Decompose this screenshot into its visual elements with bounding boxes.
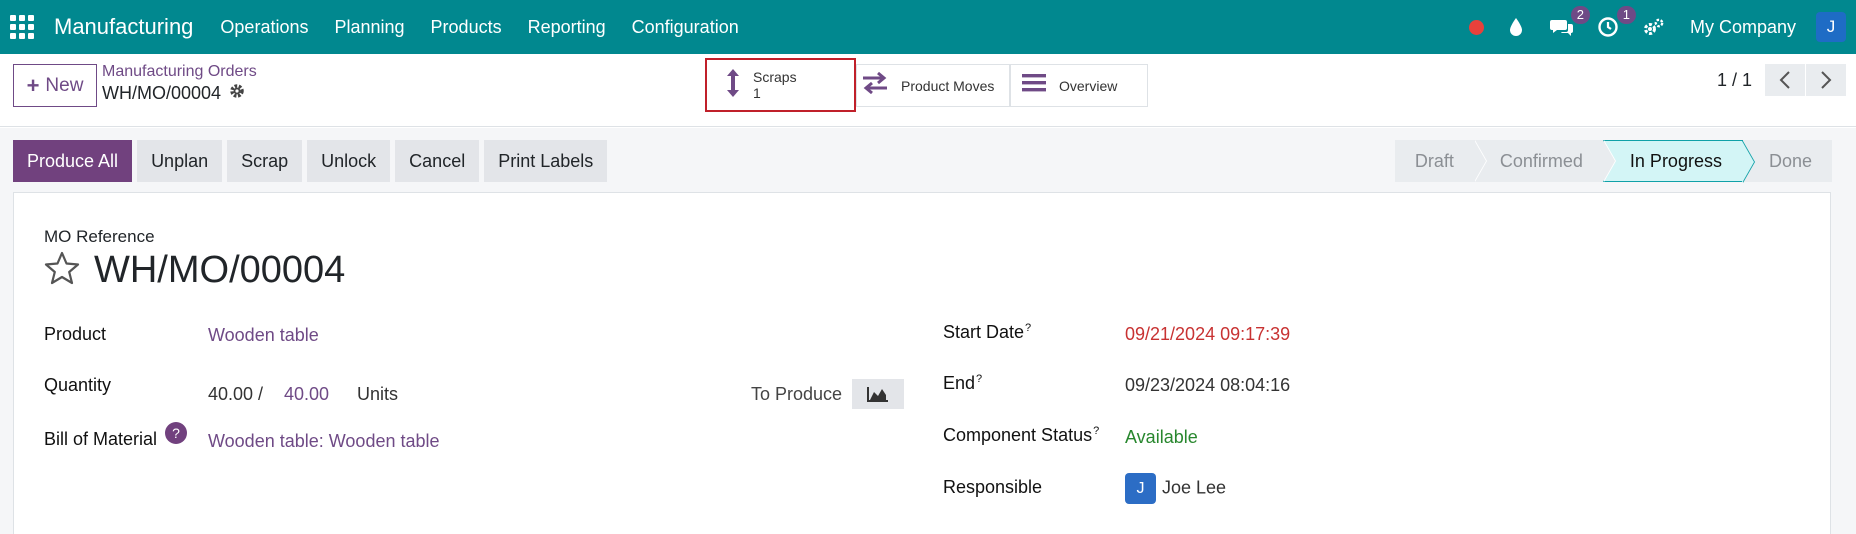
stage-confirmed[interactable]: Confirmed <box>1473 140 1616 182</box>
new-button-label: New <box>45 74 84 96</box>
responsible-name: Joe Lee <box>1162 477 1227 498</box>
cancel-button[interactable]: Cancel <box>395 140 480 182</box>
quantity-produced[interactable]: 40.00 / <box>208 384 263 405</box>
menu-reporting[interactable]: Reporting <box>528 17 606 38</box>
area-chart-icon <box>867 387 888 402</box>
start-date-label: Start Date? <box>943 322 1032 342</box>
start-date-help[interactable]: ? <box>1025 322 1031 334</box>
pager-next-button[interactable] <box>1806 64 1846 96</box>
unplan-button[interactable]: Unplan <box>137 140 223 182</box>
pager-value[interactable]: 1 / 1 <box>1717 70 1752 91</box>
vertical-arrows-icon <box>725 68 741 103</box>
quantity-uom[interactable]: Units <box>357 384 398 405</box>
component-status-field: Available <box>1125 427 1198 447</box>
status-bar: Draft Confirmed In Progress Done <box>1394 140 1832 183</box>
quantity-label: Quantity <box>44 375 112 395</box>
app-title[interactable]: Manufacturing <box>54 14 193 40</box>
chevron-right-icon <box>1821 71 1832 89</box>
control-panel: + New Manufacturing Orders WH/MO/00004 S… <box>0 54 1856 127</box>
overview-smart-button[interactable]: Overview <box>1010 64 1148 107</box>
mo-reference-label: MO Reference <box>44 227 155 246</box>
menu-operations[interactable]: Operations <box>220 17 308 38</box>
unlock-button[interactable]: Unlock <box>307 140 391 182</box>
product-field[interactable]: Wooden table <box>208 325 319 346</box>
list-bars-icon <box>1021 72 1047 99</box>
menu-planning[interactable]: Planning <box>334 17 404 38</box>
exchange-arrows-icon <box>861 71 889 99</box>
quantity-total[interactable]: 40.00 <box>284 384 329 405</box>
end-date-field[interactable]: 09/23/2024 08:04:16 <box>1125 375 1290 396</box>
overview-label: Overview <box>1059 77 1118 94</box>
user-avatar[interactable]: J <box>1816 12 1846 42</box>
stage-draft[interactable]: Draft <box>1394 140 1487 182</box>
mo-reference-title[interactable]: WH/MO/00004 <box>94 249 345 292</box>
apps-grid-icon[interactable] <box>10 15 34 39</box>
star-icon[interactable] <box>44 251 80 290</box>
product-moves-smart-button[interactable]: Product Moves <box>856 64 1010 107</box>
activities-badge: 1 <box>1616 6 1636 24</box>
component-status-help[interactable]: ? <box>1093 425 1099 437</box>
responsible-field[interactable]: J Joe Lee <box>1125 473 1226 504</box>
print-labels-button[interactable]: Print Labels <box>484 140 608 182</box>
bom-help-icon[interactable]: ? <box>165 422 187 444</box>
start-date-field[interactable]: 09/21/2024 09:17:39 <box>1125 324 1290 345</box>
stage-done[interactable]: Done <box>1742 140 1832 182</box>
scraps-count: 1 <box>753 85 761 101</box>
scrap-button[interactable]: Scrap <box>227 140 303 182</box>
bom-label: Bill of Material <box>44 429 158 449</box>
company-switcher[interactable]: My Company <box>1690 17 1796 38</box>
breadcrumb-parent-link[interactable]: Manufacturing Orders <box>102 63 257 81</box>
breadcrumb-current: WH/MO/00004 <box>102 83 222 103</box>
messages-icon[interactable]: 2 <box>1549 6 1590 39</box>
record-dot-icon[interactable] <box>1468 19 1484 35</box>
end-label: End? <box>943 373 983 393</box>
product-moves-label: Product Moves <box>901 77 995 94</box>
scraps-smart-button[interactable]: Scraps 1 <box>705 58 856 112</box>
top-navbar: Manufacturing Operations Planning Produc… <box>0 0 1856 54</box>
plus-icon: + <box>26 72 40 98</box>
stage-in-progress[interactable]: In Progress <box>1602 140 1756 183</box>
pager-previous-button[interactable] <box>1765 64 1805 96</box>
product-label: Product <box>44 324 107 344</box>
menu-configuration[interactable]: Configuration <box>632 17 739 38</box>
component-status-label: Component Status? <box>943 425 1100 445</box>
record-pager: 1 / 1 <box>1717 64 1846 96</box>
gear-icon[interactable] <box>229 83 245 104</box>
new-button[interactable]: + New <box>13 64 97 107</box>
activities-clock-icon[interactable]: 1 <box>1596 6 1636 39</box>
menu-products[interactable]: Products <box>431 17 502 38</box>
to-produce-label: To Produce <box>751 384 843 404</box>
responsible-label: Responsible <box>943 477 1043 497</box>
form-sheet: MO Reference WH/MO/00004 Product Wooden … <box>13 192 1831 534</box>
responsible-avatar: J <box>1125 473 1156 504</box>
forecast-chart-button[interactable] <box>852 379 904 409</box>
end-help[interactable]: ? <box>976 373 982 385</box>
droplet-icon[interactable] <box>1504 15 1528 39</box>
messages-badge: 2 <box>1570 6 1590 24</box>
breadcrumb: Manufacturing Orders WH/MO/00004 <box>102 63 257 104</box>
scraps-label: Scraps <box>753 69 797 85</box>
bom-field[interactable]: Wooden table: Wooden table <box>208 431 440 452</box>
company-gears-icon[interactable] <box>1642 15 1666 39</box>
produce-all-button[interactable]: Produce All <box>13 140 133 182</box>
action-buttons: Produce All Unplan Scrap Unlock Cancel P… <box>13 140 608 182</box>
chevron-left-icon <box>1779 71 1790 89</box>
